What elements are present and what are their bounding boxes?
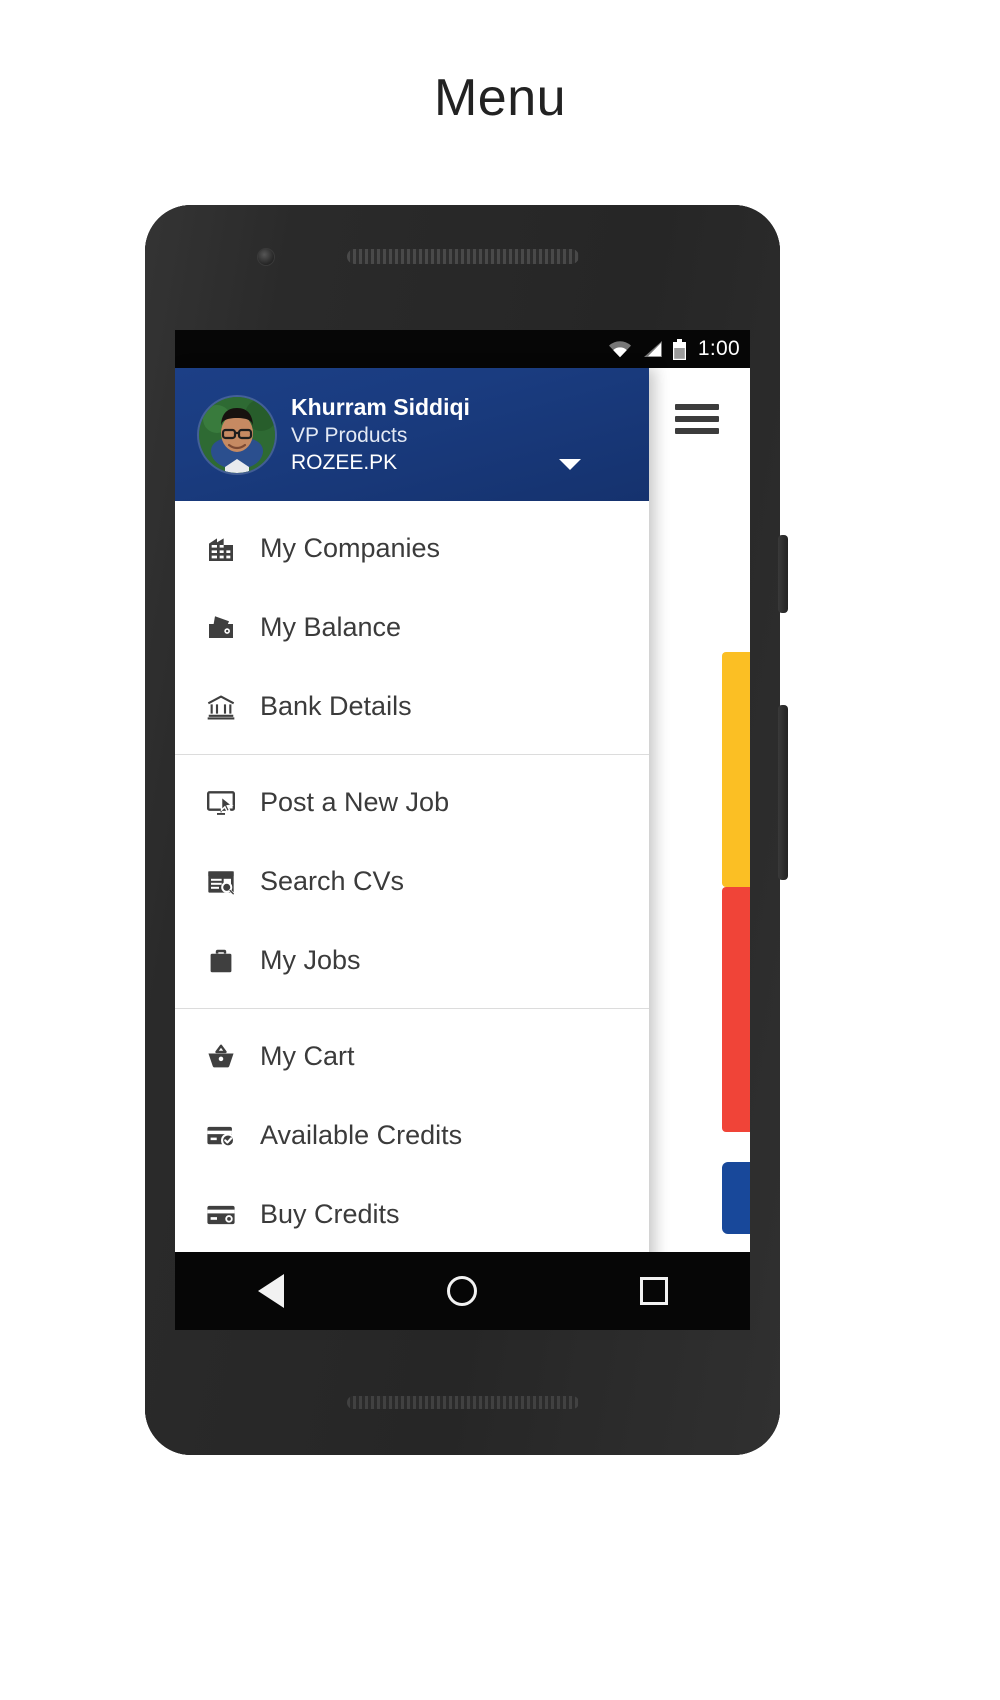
avatar-image xyxy=(199,396,275,473)
power-button[interactable] xyxy=(778,535,788,613)
blue-strip[interactable] xyxy=(722,1162,750,1234)
menu-group-credits: My Cart Available Credits Buy Credits xyxy=(175,1008,649,1262)
menu-item-label: My Balance xyxy=(260,612,402,642)
chevron-down-icon[interactable] xyxy=(559,459,581,471)
menu-item-my-companies[interactable]: My Companies xyxy=(175,509,649,588)
screenshot-root: Menu 1:00 Khurram Siddiqi VP Products RO… xyxy=(0,0,1000,1700)
android-navigation-bar xyxy=(175,1252,750,1330)
drawer-container: Khurram Siddiqi VP Products ROZEE.PK My … xyxy=(175,368,750,1330)
front-camera-icon xyxy=(258,249,274,265)
status-bar: 1:00 xyxy=(175,330,750,368)
menu-item-label: My Companies xyxy=(260,533,441,563)
menu-item-search-cvs[interactable]: Search CVs xyxy=(175,842,649,921)
menu-item-label: My Jobs xyxy=(260,945,361,975)
profile-name: Khurram Siddiqi xyxy=(291,393,470,420)
navigation-drawer: Khurram Siddiqi VP Products ROZEE.PK My … xyxy=(175,368,649,1330)
menu-item-label: Search CVs xyxy=(260,866,405,896)
menu-group-jobs: Post a New Job Search CVs My Jobs xyxy=(175,754,649,1008)
menu-item-my-jobs[interactable]: My Jobs xyxy=(175,921,649,1000)
hamburger-menu-icon[interactable] xyxy=(675,404,719,434)
monitor-cursor-icon xyxy=(202,784,240,822)
page-title: Menu xyxy=(433,69,567,127)
profile-role: VP Products xyxy=(291,423,408,447)
red-strip xyxy=(722,887,750,1132)
credit-card-icon xyxy=(202,1196,240,1234)
wifi-icon xyxy=(608,340,632,358)
shopping-basket-icon xyxy=(202,1038,240,1076)
nav-recents-button[interactable] xyxy=(619,1252,689,1330)
menu-item-label: Bank Details xyxy=(260,691,412,721)
nav-home-button[interactable] xyxy=(427,1252,497,1330)
volume-button[interactable] xyxy=(778,705,788,880)
nav-back-button[interactable] xyxy=(236,1252,306,1330)
cellular-signal-icon xyxy=(641,340,663,358)
battery-icon xyxy=(672,338,687,360)
company-building-icon xyxy=(202,530,240,568)
status-bar-clock: 1:00 xyxy=(697,337,740,360)
wallet-icon xyxy=(202,609,240,647)
menu-item-buy-credits[interactable]: Buy Credits xyxy=(175,1175,649,1254)
briefcase-icon xyxy=(202,942,240,980)
phone-screen: 1:00 Khurram Siddiqi VP Products ROZEE.P… xyxy=(175,330,750,1330)
menu-item-label: Buy Credits xyxy=(260,1199,400,1229)
document-search-icon xyxy=(202,863,240,901)
recents-square-icon xyxy=(640,1277,669,1305)
back-triangle-icon xyxy=(257,1274,284,1308)
menu-group-account: My Companies My Balance Bank Details xyxy=(175,501,649,754)
menu-item-post-a-new-job[interactable]: Post a New Job xyxy=(175,763,649,842)
menu-item-my-cart[interactable]: My Cart xyxy=(175,1017,649,1096)
menu-item-label: Available Credits xyxy=(260,1120,463,1150)
menu-item-available-credits[interactable]: Available Credits xyxy=(175,1096,649,1175)
menu-item-label: My Cart xyxy=(260,1041,355,1071)
phone-device: 1:00 Khurram Siddiqi VP Products ROZEE.P… xyxy=(145,205,788,1455)
menu-item-my-balance[interactable]: My Balance xyxy=(175,588,649,667)
home-circle-icon xyxy=(447,1276,478,1306)
drawer-profile-header[interactable]: Khurram Siddiqi VP Products ROZEE.PK xyxy=(175,368,649,501)
avatar xyxy=(199,396,275,473)
credit-card-check-icon xyxy=(202,1117,240,1155)
earpiece-speaker xyxy=(346,249,579,264)
yellow-strip xyxy=(722,652,750,887)
bottom-speaker xyxy=(346,1396,579,1409)
bank-icon xyxy=(202,688,240,726)
menu-item-label: Post a New Job xyxy=(260,787,450,817)
profile-text-block: Khurram Siddiqi VP Products ROZEE.PK xyxy=(291,393,581,476)
menu-item-bank-details[interactable]: Bank Details xyxy=(175,667,649,746)
profile-company: ROZEE.PK xyxy=(291,450,398,474)
